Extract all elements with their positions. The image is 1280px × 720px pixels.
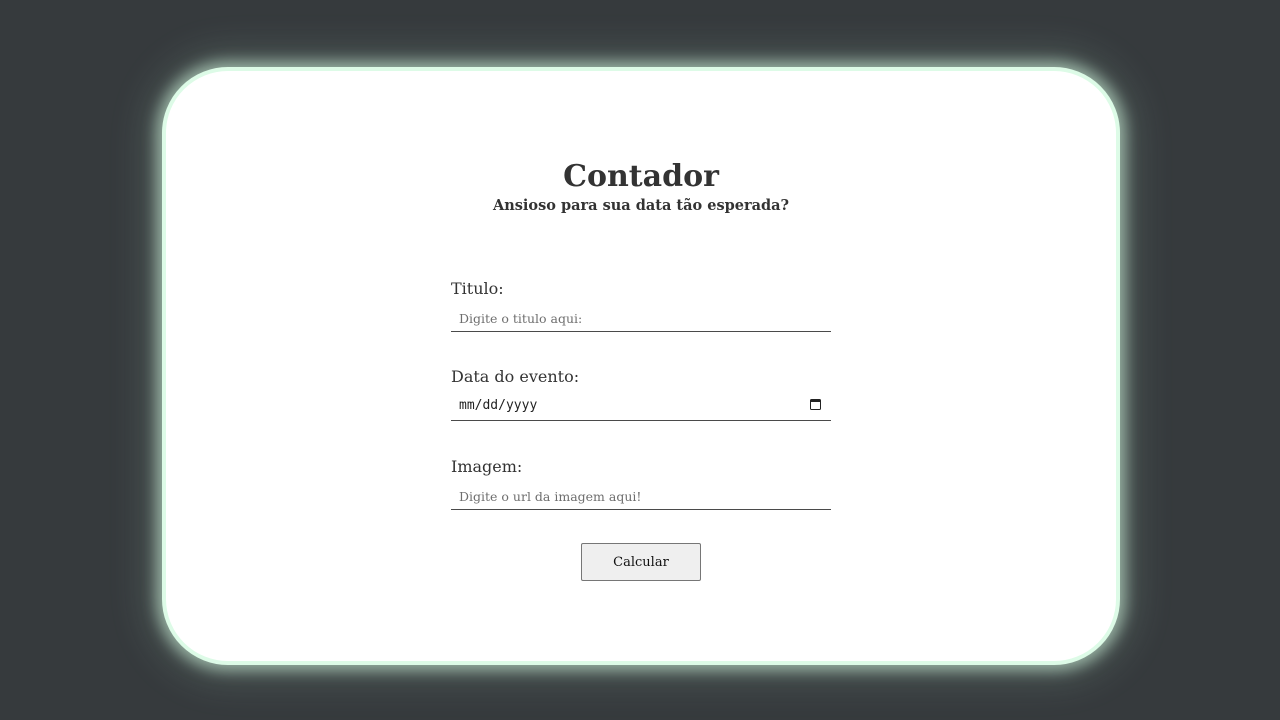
page-title: Contador [563, 159, 719, 194]
calculate-button[interactable]: Calcular [581, 543, 701, 581]
title-field-group: Titulo: [451, 279, 831, 332]
counter-card: Contador Ansioso para sua data tão esper… [162, 67, 1120, 665]
title-input[interactable] [451, 305, 831, 331]
calendar-icon[interactable] [810, 399, 821, 410]
page-subtitle: Ansioso para sua data tão esperada? [492, 197, 790, 214]
image-field-label: Imagem: [451, 457, 523, 476]
title-field-underline [451, 305, 831, 332]
image-field-underline [451, 483, 831, 510]
image-field-group: Imagem: [451, 457, 831, 510]
date-input-placeholder: mm/dd/yyyy [459, 398, 538, 413]
image-url-input[interactable] [451, 483, 831, 509]
date-field-group: Data do evento: mm/dd/yyyy [451, 367, 831, 421]
date-field-label: Data do evento: [451, 367, 580, 386]
title-field-label: Titulo: [451, 279, 504, 298]
date-input[interactable]: mm/dd/yyyy [451, 393, 831, 421]
